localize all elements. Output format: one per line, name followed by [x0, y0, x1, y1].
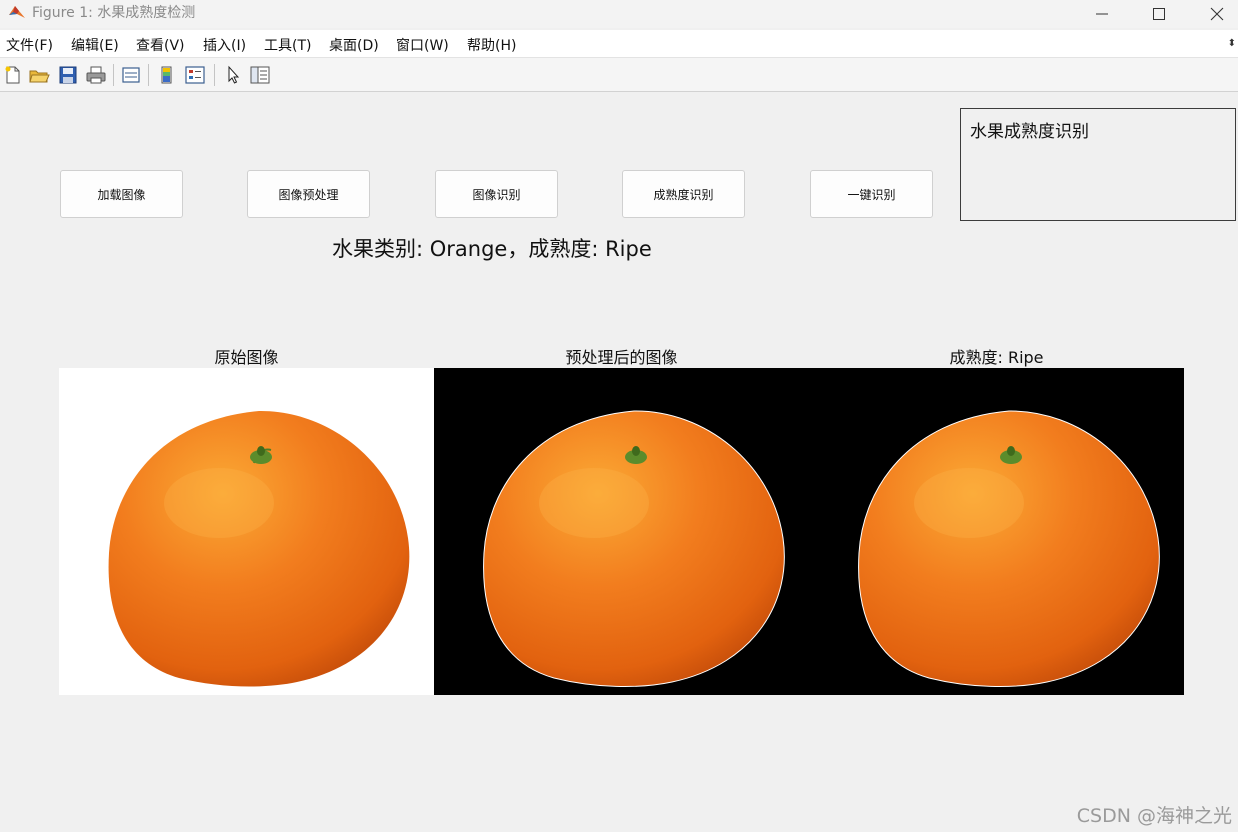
title-bar: Figure 1: 水果成熟度检测	[0, 0, 1238, 28]
original-orange-image	[108, 410, 410, 687]
figure-window: Figure 1: 水果成熟度检测 文件(F) 编辑(E) 查看(V) 插入(I…	[0, 0, 1238, 832]
maximize-button[interactable]	[1131, 0, 1187, 28]
window-title: Figure 1: 水果成熟度检测	[32, 5, 196, 21]
preprocessed-image-title: 预处理后的图像	[565, 348, 678, 367]
preprocess-button[interactable]: 图像预处理	[247, 170, 370, 218]
link-plot-icon[interactable]	[120, 64, 142, 86]
menu-view[interactable]: 查看(V)	[136, 35, 185, 55]
menu-tools[interactable]: 工具(T)	[264, 35, 311, 55]
pointer-icon[interactable]	[222, 64, 244, 86]
close-icon	[1210, 7, 1224, 21]
info-panel-text: 水果成熟度识别	[970, 122, 1089, 142]
matlab-logo-icon	[9, 6, 25, 18]
maximize-icon	[1153, 8, 1165, 20]
result-text: 水果类别: Orange，成熟度: Ripe	[332, 237, 652, 261]
original-image-axes	[59, 368, 434, 695]
minimize-button[interactable]	[1074, 0, 1130, 28]
toolbar-separator	[148, 64, 149, 86]
menu-bar: 文件(F) 编辑(E) 查看(V) 插入(I) 工具(T) 桌面(D) 窗口(W…	[0, 30, 1238, 58]
info-panel: 水果成熟度识别	[960, 108, 1236, 221]
menu-insert[interactable]: 插入(I)	[203, 35, 246, 55]
ripeness-image-axes	[809, 368, 1184, 695]
menu-help[interactable]: 帮助(H)	[467, 35, 516, 55]
watermark: CSDN @海神之光	[1076, 805, 1232, 827]
menu-edit[interactable]: 编辑(E)	[71, 35, 119, 55]
menu-file[interactable]: 文件(F)	[6, 35, 53, 55]
print-icon[interactable]	[85, 64, 107, 86]
one-click-button[interactable]: 一键识别	[810, 170, 933, 218]
new-figure-icon[interactable]	[2, 64, 24, 86]
load-image-button[interactable]: 加载图像	[60, 170, 183, 218]
original-image-title: 原始图像	[214, 348, 279, 367]
menu-window[interactable]: 窗口(W)	[396, 35, 449, 55]
preprocessed-orange-image	[483, 410, 785, 687]
colorbar-icon[interactable]	[156, 64, 178, 86]
menu-desktop[interactable]: 桌面(D)	[329, 35, 379, 55]
minimize-icon	[1096, 13, 1108, 15]
property-editor-icon[interactable]	[249, 64, 271, 86]
preprocessed-image-axes	[434, 368, 809, 695]
menu-overflow-icon[interactable]: ⬍	[1228, 38, 1236, 49]
toolbar-separator	[113, 64, 114, 86]
figure-toolbar	[0, 58, 1238, 92]
save-icon[interactable]	[57, 64, 79, 86]
legend-icon[interactable]	[184, 64, 206, 86]
ripeness-button[interactable]: 成熟度识别	[622, 170, 745, 218]
open-file-icon[interactable]	[28, 64, 50, 86]
recognize-button[interactable]: 图像识别	[435, 170, 558, 218]
ripeness-orange-image	[858, 410, 1160, 687]
toolbar-separator	[214, 64, 215, 86]
close-button[interactable]	[1189, 0, 1238, 28]
ripeness-image-title: 成熟度: Ripe	[949, 348, 1044, 367]
